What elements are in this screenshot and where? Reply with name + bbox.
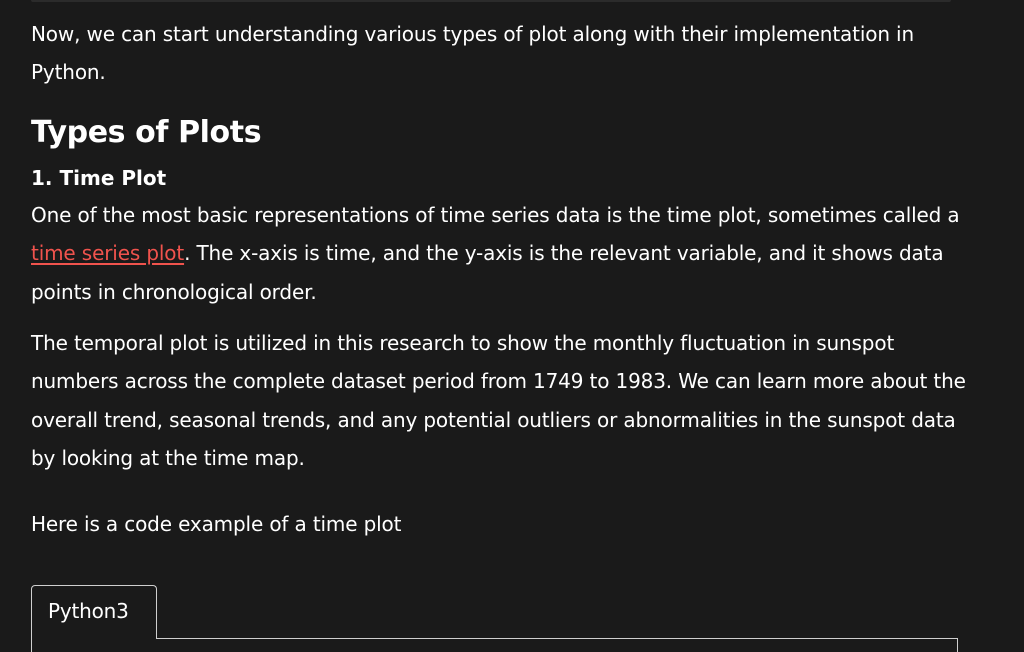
subsection-heading: 1. Time Plot — [31, 166, 167, 190]
tab-baseline — [157, 638, 957, 639]
code-block: Python3 — [31, 585, 958, 652]
description-text-before: One of the most basic representations of… — [31, 203, 960, 227]
top-divider — [31, 0, 951, 2]
code-panel-left-border — [31, 639, 32, 652]
code-example-intro: Here is a code example of a time plot — [31, 512, 402, 536]
time-plot-description: One of the most basic representations of… — [31, 196, 966, 311]
code-panel-right-border — [957, 638, 958, 652]
tab-python3[interactable]: Python3 — [31, 585, 157, 639]
section-heading: Types of Plots — [31, 115, 262, 150]
temporal-plot-paragraph: The temporal plot is utilized in this re… — [31, 331, 966, 470]
time-series-plot-link[interactable]: time series plot — [31, 241, 184, 265]
intro-paragraph: Now, we can start understanding various … — [31, 22, 914, 85]
